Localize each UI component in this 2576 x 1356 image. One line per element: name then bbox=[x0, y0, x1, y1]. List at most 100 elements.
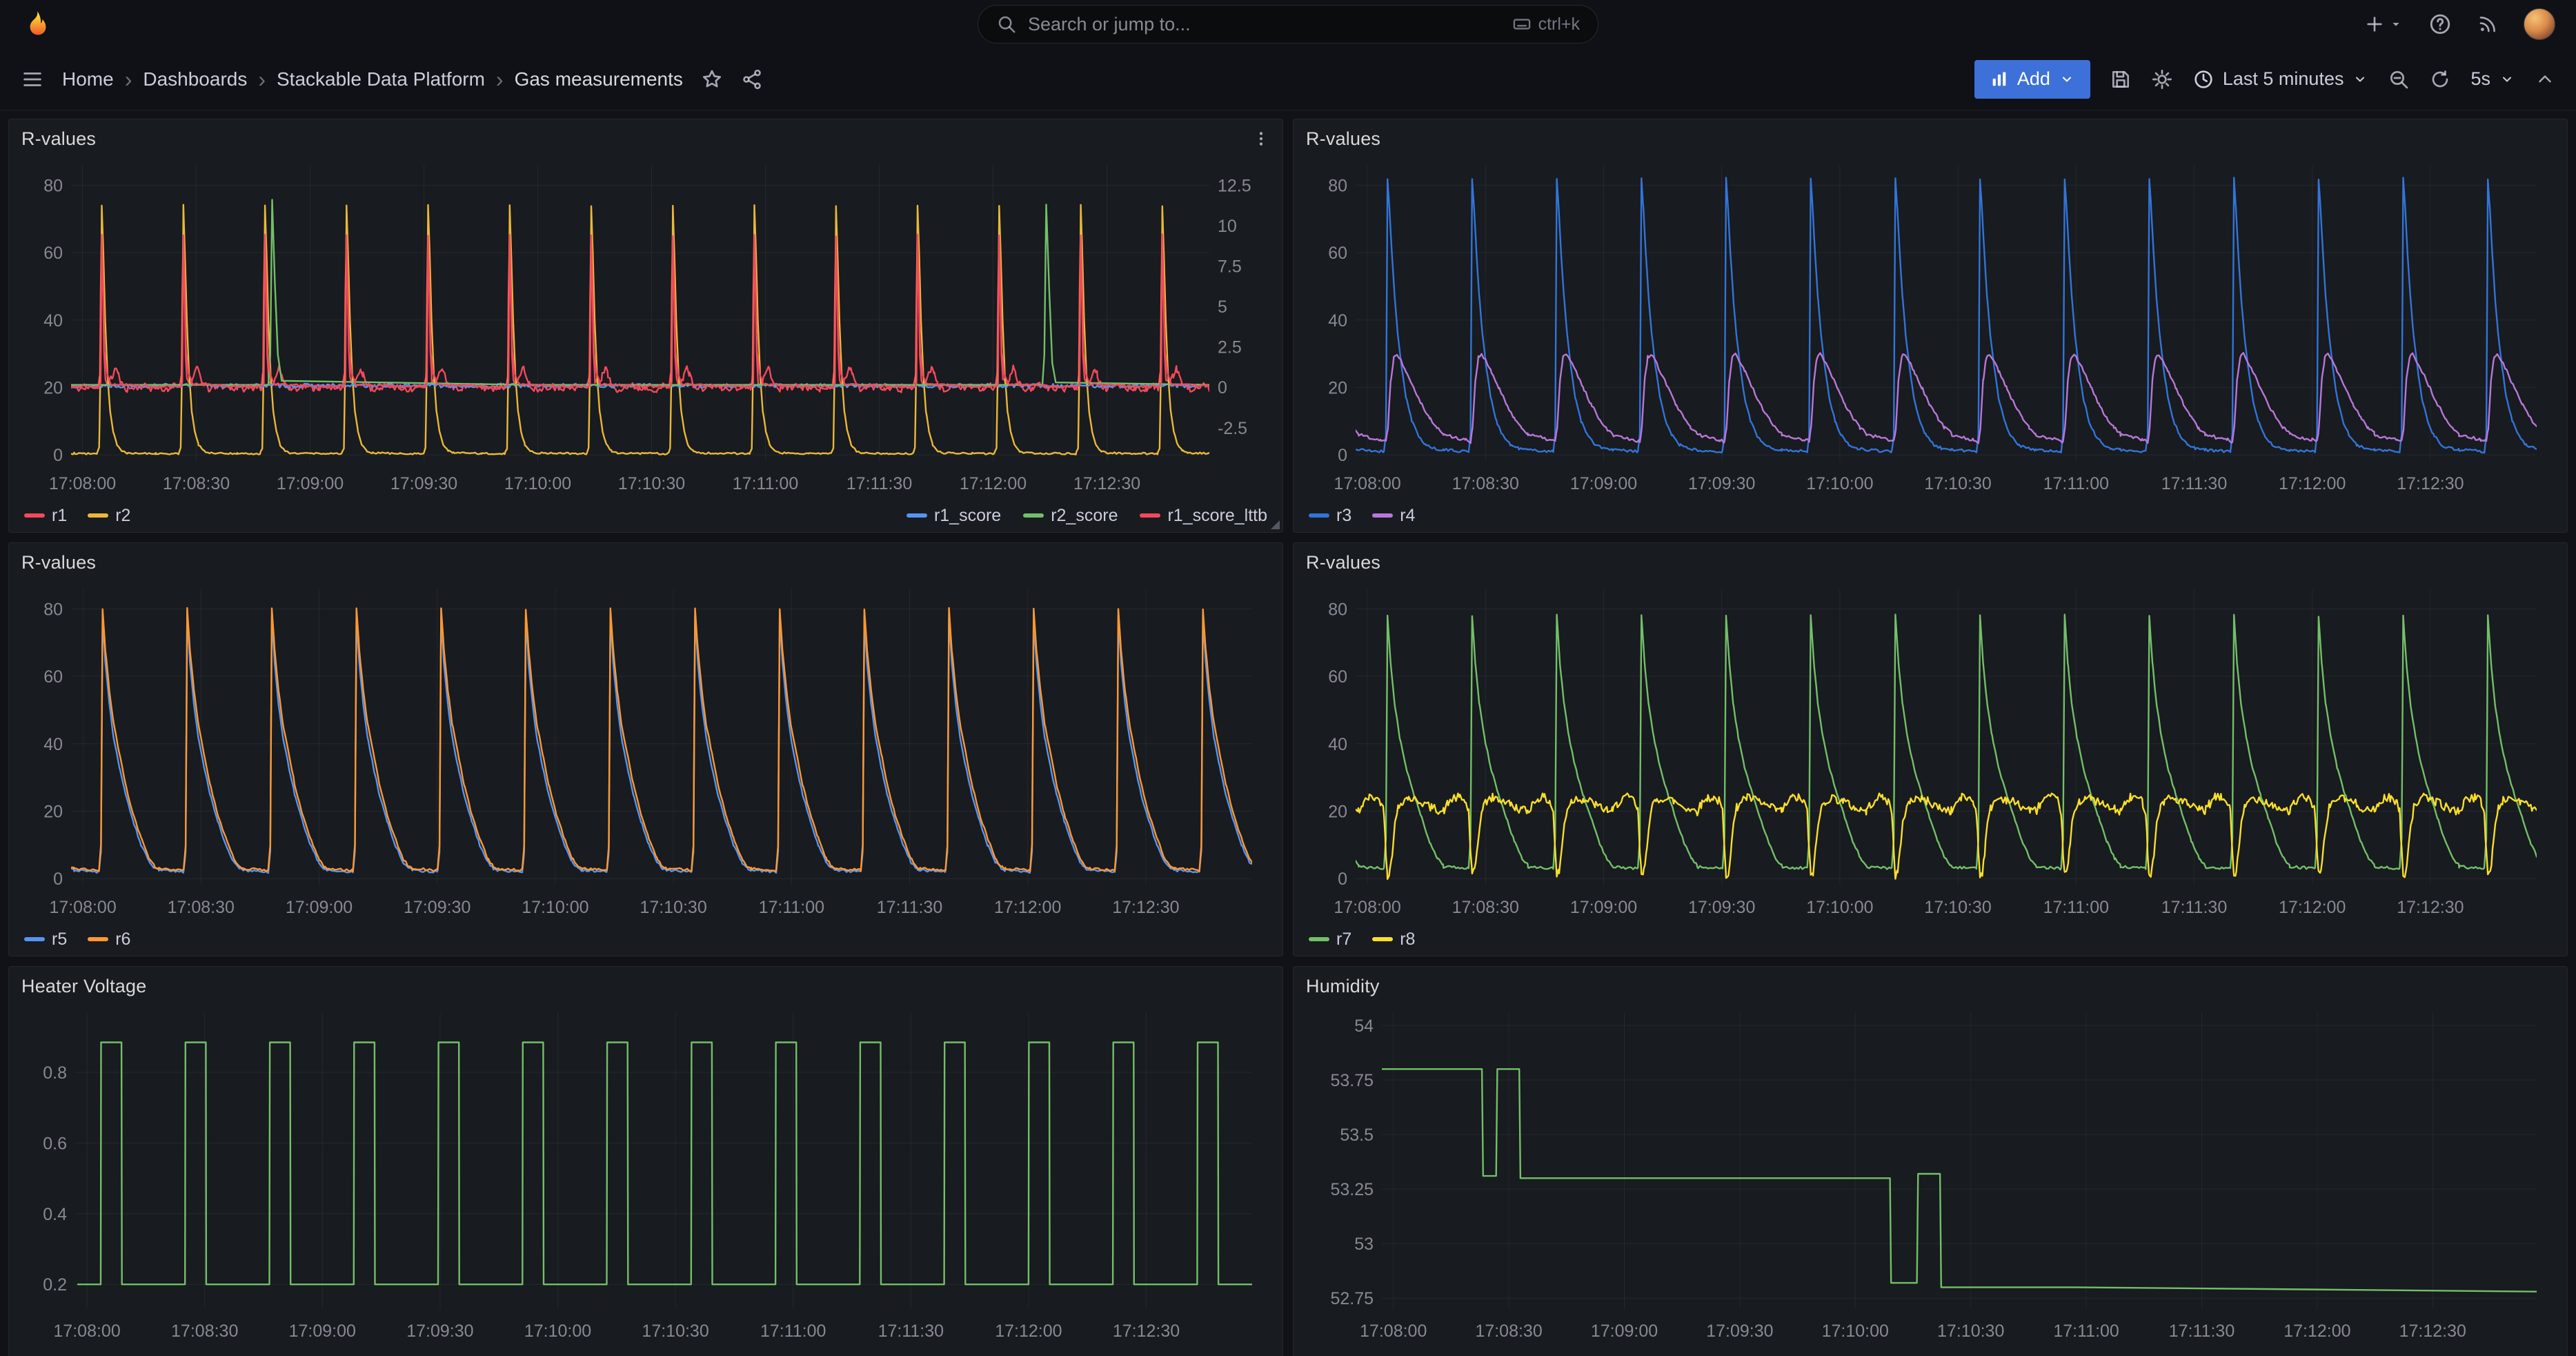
panel-title[interactable]: R-values bbox=[1306, 552, 1380, 573]
svg-text:40: 40 bbox=[43, 311, 63, 331]
legend-item-r7[interactable]: r7 bbox=[1309, 930, 1351, 950]
panel-heater-voltage: Heater Voltage 0.20.40.60.817:08:0017:08… bbox=[8, 966, 1283, 1356]
panel-header[interactable]: R-values bbox=[21, 549, 1270, 576]
panel-header[interactable]: R-values bbox=[21, 125, 1270, 153]
legend-label: r3 bbox=[1336, 506, 1351, 526]
breadcrumb-separator: › bbox=[496, 68, 504, 90]
svg-text:17:11:30: 17:11:30 bbox=[2161, 474, 2227, 493]
svg-text:17:08:00: 17:08:00 bbox=[1334, 474, 1400, 493]
breadcrumb-dashboards[interactable]: Dashboards bbox=[143, 68, 247, 90]
legend-label: r5 bbox=[52, 930, 67, 950]
svg-text:80: 80 bbox=[1328, 600, 1347, 619]
svg-text:17:08:00: 17:08:00 bbox=[1334, 898, 1400, 917]
refresh-button[interactable] bbox=[2429, 68, 2451, 90]
svg-text:40: 40 bbox=[43, 735, 63, 754]
panel-title[interactable]: Heater Voltage bbox=[21, 976, 146, 997]
svg-text:17:10:00: 17:10:00 bbox=[524, 1321, 591, 1341]
panel-menu-icon[interactable] bbox=[1252, 130, 1270, 148]
svg-text:17:08:30: 17:08:30 bbox=[168, 898, 235, 917]
panel-title[interactable]: R-values bbox=[1306, 128, 1380, 150]
panel-legend: heatervoltage bbox=[21, 1346, 1270, 1356]
svg-text:20: 20 bbox=[1328, 379, 1347, 398]
legend-item-r1_score[interactable]: r1_score bbox=[906, 506, 1001, 526]
chart-area[interactable]: 52.755353.2553.553.755417:08:0017:08:301… bbox=[1306, 1000, 2555, 1346]
chart-svg[interactable]: 52.755353.2553.553.755417:08:0017:08:301… bbox=[1306, 1000, 2555, 1346]
add-button-label: Add bbox=[2017, 68, 2050, 90]
news-button[interactable] bbox=[2477, 13, 2499, 35]
legend-item-r6[interactable]: r6 bbox=[88, 930, 130, 950]
chart-svg[interactable]: 020406080-2.502.557.51012.517:08:0017:08… bbox=[21, 153, 1270, 499]
add-button[interactable]: Add bbox=[1974, 60, 2090, 99]
svg-text:-2.5: -2.5 bbox=[1218, 419, 1247, 438]
legend-item-r1_score_lttb[interactable]: r1_score_lttb bbox=[1140, 506, 1267, 526]
panel-header[interactable]: R-values bbox=[1306, 549, 2555, 576]
svg-text:17:09:00: 17:09:00 bbox=[1570, 474, 1637, 493]
svg-text:17:09:30: 17:09:30 bbox=[406, 1321, 473, 1341]
legend-left: r1 r2 bbox=[24, 506, 130, 526]
hamburger-icon bbox=[21, 68, 44, 91]
new-button[interactable] bbox=[2364, 13, 2404, 35]
chart-area[interactable]: 02040608017:08:0017:08:3017:09:0017:09:3… bbox=[1306, 153, 2555, 499]
legend-swatch bbox=[88, 513, 108, 518]
star-dashboard-button[interactable] bbox=[701, 68, 723, 90]
panel-resize-handle[interactable] bbox=[1271, 520, 1280, 529]
panel-header[interactable]: Humidity bbox=[1306, 972, 2555, 1000]
chart-area[interactable]: 02040608017:08:0017:08:3017:09:0017:09:3… bbox=[21, 576, 1270, 923]
legend-swatch bbox=[1372, 937, 1393, 941]
chart-svg[interactable]: 02040608017:08:0017:08:3017:09:0017:09:3… bbox=[1306, 576, 2555, 923]
help-button[interactable] bbox=[2428, 12, 2452, 36]
legend-item-r5[interactable]: r5 bbox=[24, 930, 67, 950]
panel-title[interactable]: R-values bbox=[21, 128, 96, 150]
mega-menu-toggle[interactable] bbox=[21, 68, 44, 91]
legend-item-heatervoltage[interactable]: heatervoltage bbox=[24, 1353, 157, 1356]
svg-text:17:10:00: 17:10:00 bbox=[504, 474, 571, 493]
panel-r-values-3: R-values 02040608017:08:0017:08:3017:09:… bbox=[8, 542, 1283, 956]
svg-text:5: 5 bbox=[1218, 297, 1227, 317]
search-input[interactable]: Search or jump to... ctrl+k bbox=[978, 5, 1598, 43]
zoom-out-button[interactable] bbox=[2388, 68, 2410, 90]
legend-item-r3[interactable]: r3 bbox=[1309, 506, 1351, 526]
dashboard-settings-button[interactable] bbox=[2151, 68, 2173, 90]
legend-item-r2_score[interactable]: r2_score bbox=[1023, 506, 1118, 526]
chart-area[interactable]: 02040608017:08:0017:08:3017:09:0017:09:3… bbox=[1306, 576, 2555, 923]
breadcrumb-folder[interactable]: Stackable Data Platform bbox=[277, 68, 485, 90]
panel-r-values-1: R-values 020406080-2.502.557.51012.517:0… bbox=[8, 119, 1283, 533]
legend-item-r2[interactable]: r2 bbox=[88, 506, 130, 526]
save-icon bbox=[2110, 68, 2132, 90]
legend-item-r1[interactable]: r1 bbox=[24, 506, 67, 526]
svg-text:17:11:00: 17:11:00 bbox=[760, 1321, 826, 1341]
legend-item-humidity[interactable]: humidity bbox=[1309, 1353, 1400, 1356]
legend-item-r4[interactable]: r4 bbox=[1372, 506, 1415, 526]
legend-swatch bbox=[1309, 513, 1329, 518]
legend-item-r8[interactable]: r8 bbox=[1372, 930, 1415, 950]
panel-title[interactable]: R-values bbox=[21, 552, 96, 573]
panel-r-values-4: R-values 02040608017:08:0017:08:3017:09:… bbox=[1293, 542, 2568, 956]
svg-text:17:11:30: 17:11:30 bbox=[877, 898, 942, 917]
time-range-picker[interactable]: Last 5 minutes bbox=[2192, 68, 2369, 90]
topbar-actions bbox=[2364, 8, 2555, 40]
svg-text:0.8: 0.8 bbox=[43, 1063, 67, 1083]
svg-text:17:11:00: 17:11:00 bbox=[733, 474, 798, 493]
chart-area[interactable]: 020406080-2.502.557.51012.517:08:0017:08… bbox=[21, 153, 1270, 499]
breadcrumb-home[interactable]: Home bbox=[62, 68, 114, 90]
svg-text:17:08:30: 17:08:30 bbox=[163, 474, 230, 493]
panel-header[interactable]: Heater Voltage bbox=[21, 972, 1270, 1000]
share-dashboard-button[interactable] bbox=[741, 68, 763, 90]
chart-svg[interactable]: 0.20.40.60.817:08:0017:08:3017:09:0017:0… bbox=[21, 1000, 1270, 1346]
panel-header[interactable]: R-values bbox=[1306, 125, 2555, 153]
svg-text:17:12:00: 17:12:00 bbox=[960, 474, 1027, 493]
svg-text:17:09:30: 17:09:30 bbox=[1706, 1321, 1773, 1341]
save-dashboard-button[interactable] bbox=[2110, 68, 2132, 90]
svg-text:17:12:30: 17:12:30 bbox=[2397, 898, 2464, 917]
grafana-logo[interactable] bbox=[21, 8, 52, 40]
panel-title[interactable]: Humidity bbox=[1306, 976, 1380, 997]
chart-svg[interactable]: 02040608017:08:0017:08:3017:09:0017:09:3… bbox=[1306, 153, 2555, 499]
profile-avatar[interactable] bbox=[2524, 8, 2555, 40]
svg-text:17:10:30: 17:10:30 bbox=[618, 474, 685, 493]
chart-area[interactable]: 0.20.40.60.817:08:0017:08:3017:09:0017:0… bbox=[21, 1000, 1270, 1346]
svg-text:17:10:30: 17:10:30 bbox=[1924, 474, 1991, 493]
legend-left: humidity bbox=[1309, 1353, 1400, 1356]
refresh-interval-select[interactable]: 5s bbox=[2470, 68, 2515, 90]
chart-svg[interactable]: 02040608017:08:0017:08:3017:09:0017:09:3… bbox=[21, 576, 1270, 923]
collapse-toolbar-button[interactable] bbox=[2535, 69, 2555, 90]
